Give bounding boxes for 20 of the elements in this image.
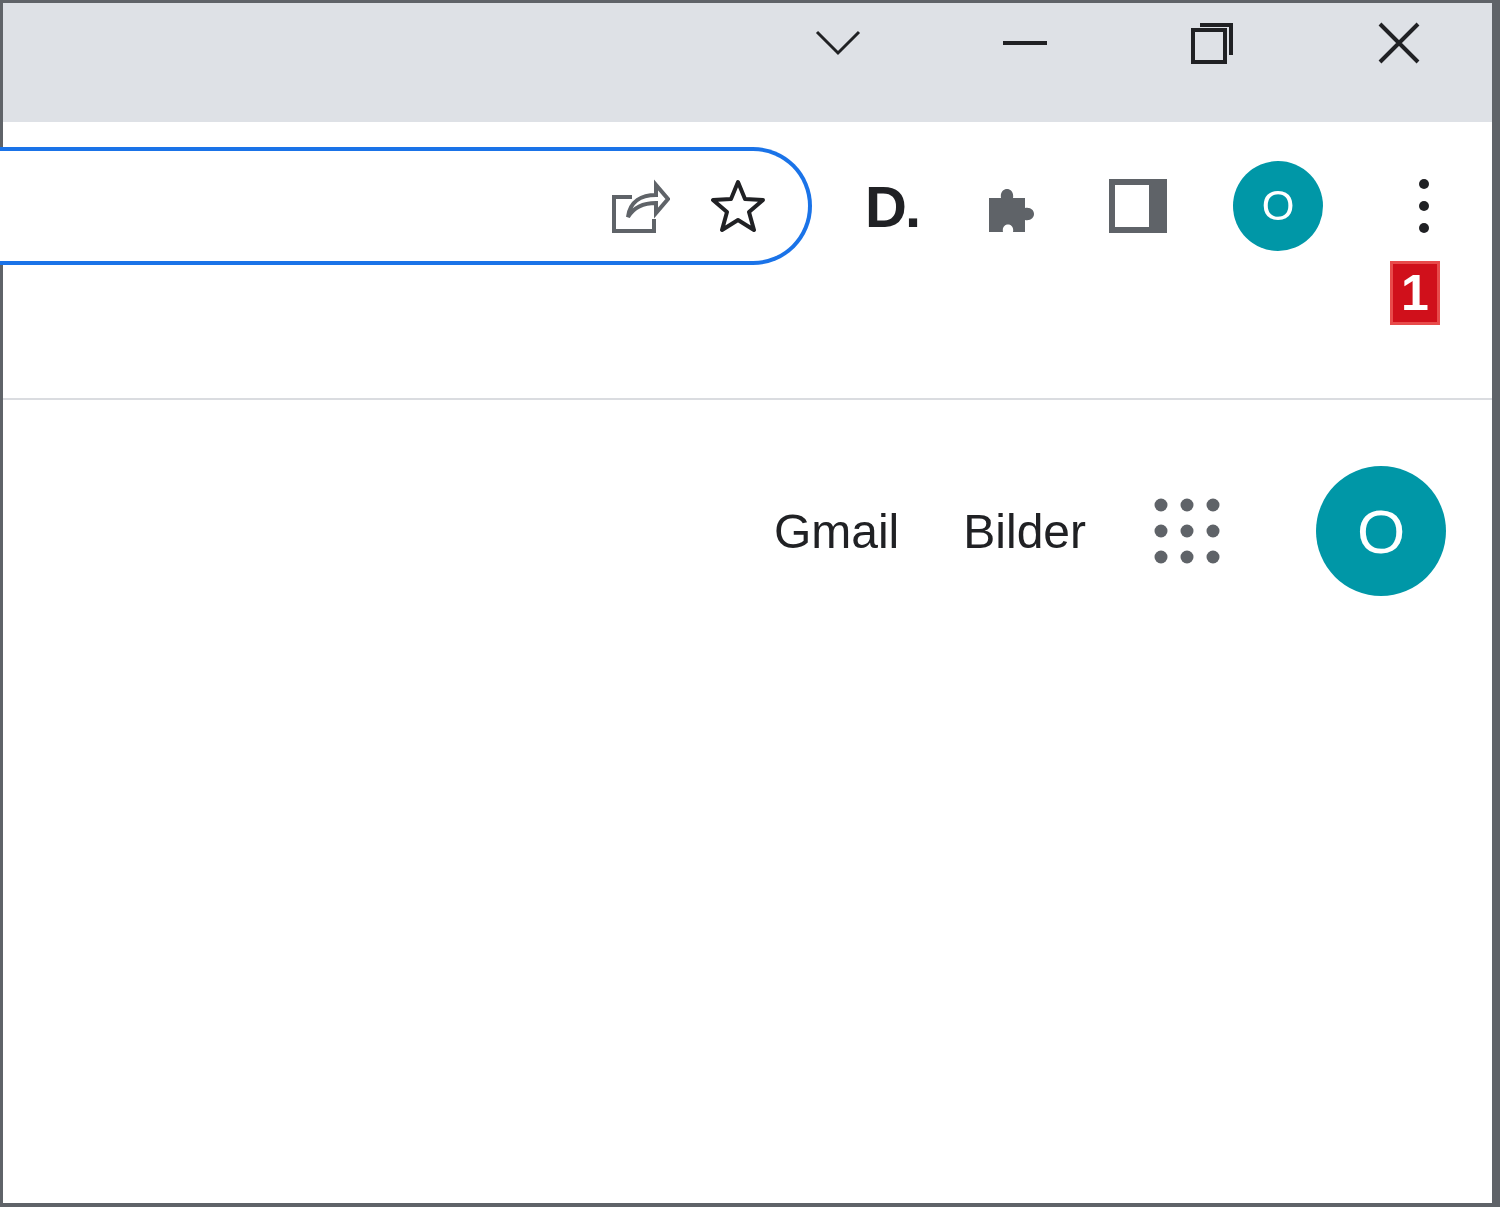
star-icon	[710, 179, 766, 233]
more-vertical-icon	[1418, 178, 1430, 234]
close-icon	[1377, 22, 1420, 64]
share-button[interactable]	[610, 177, 670, 235]
minimize-icon	[1002, 41, 1047, 45]
account-avatar[interactable]: O	[1316, 466, 1446, 596]
header-link[interactable]: Gmail	[773, 503, 900, 559]
address-bar[interactable]	[0, 147, 812, 265]
chevron-down-icon	[814, 30, 861, 56]
callout-badge: 1	[1390, 261, 1440, 325]
apps-grid-icon	[1154, 498, 1220, 564]
side-panel-button[interactable]	[1109, 179, 1167, 233]
apps-button[interactable]	[1154, 498, 1220, 564]
side-panel-icon	[1109, 179, 1167, 233]
share-icon	[610, 177, 670, 235]
bookmark-star-button[interactable]	[710, 179, 766, 233]
extension-button[interactable]: D.	[865, 172, 919, 240]
header-link[interactable]: Bilder	[963, 503, 1086, 559]
restore-icon	[1189, 22, 1234, 64]
profile-avatar[interactable]: O	[1233, 161, 1323, 251]
